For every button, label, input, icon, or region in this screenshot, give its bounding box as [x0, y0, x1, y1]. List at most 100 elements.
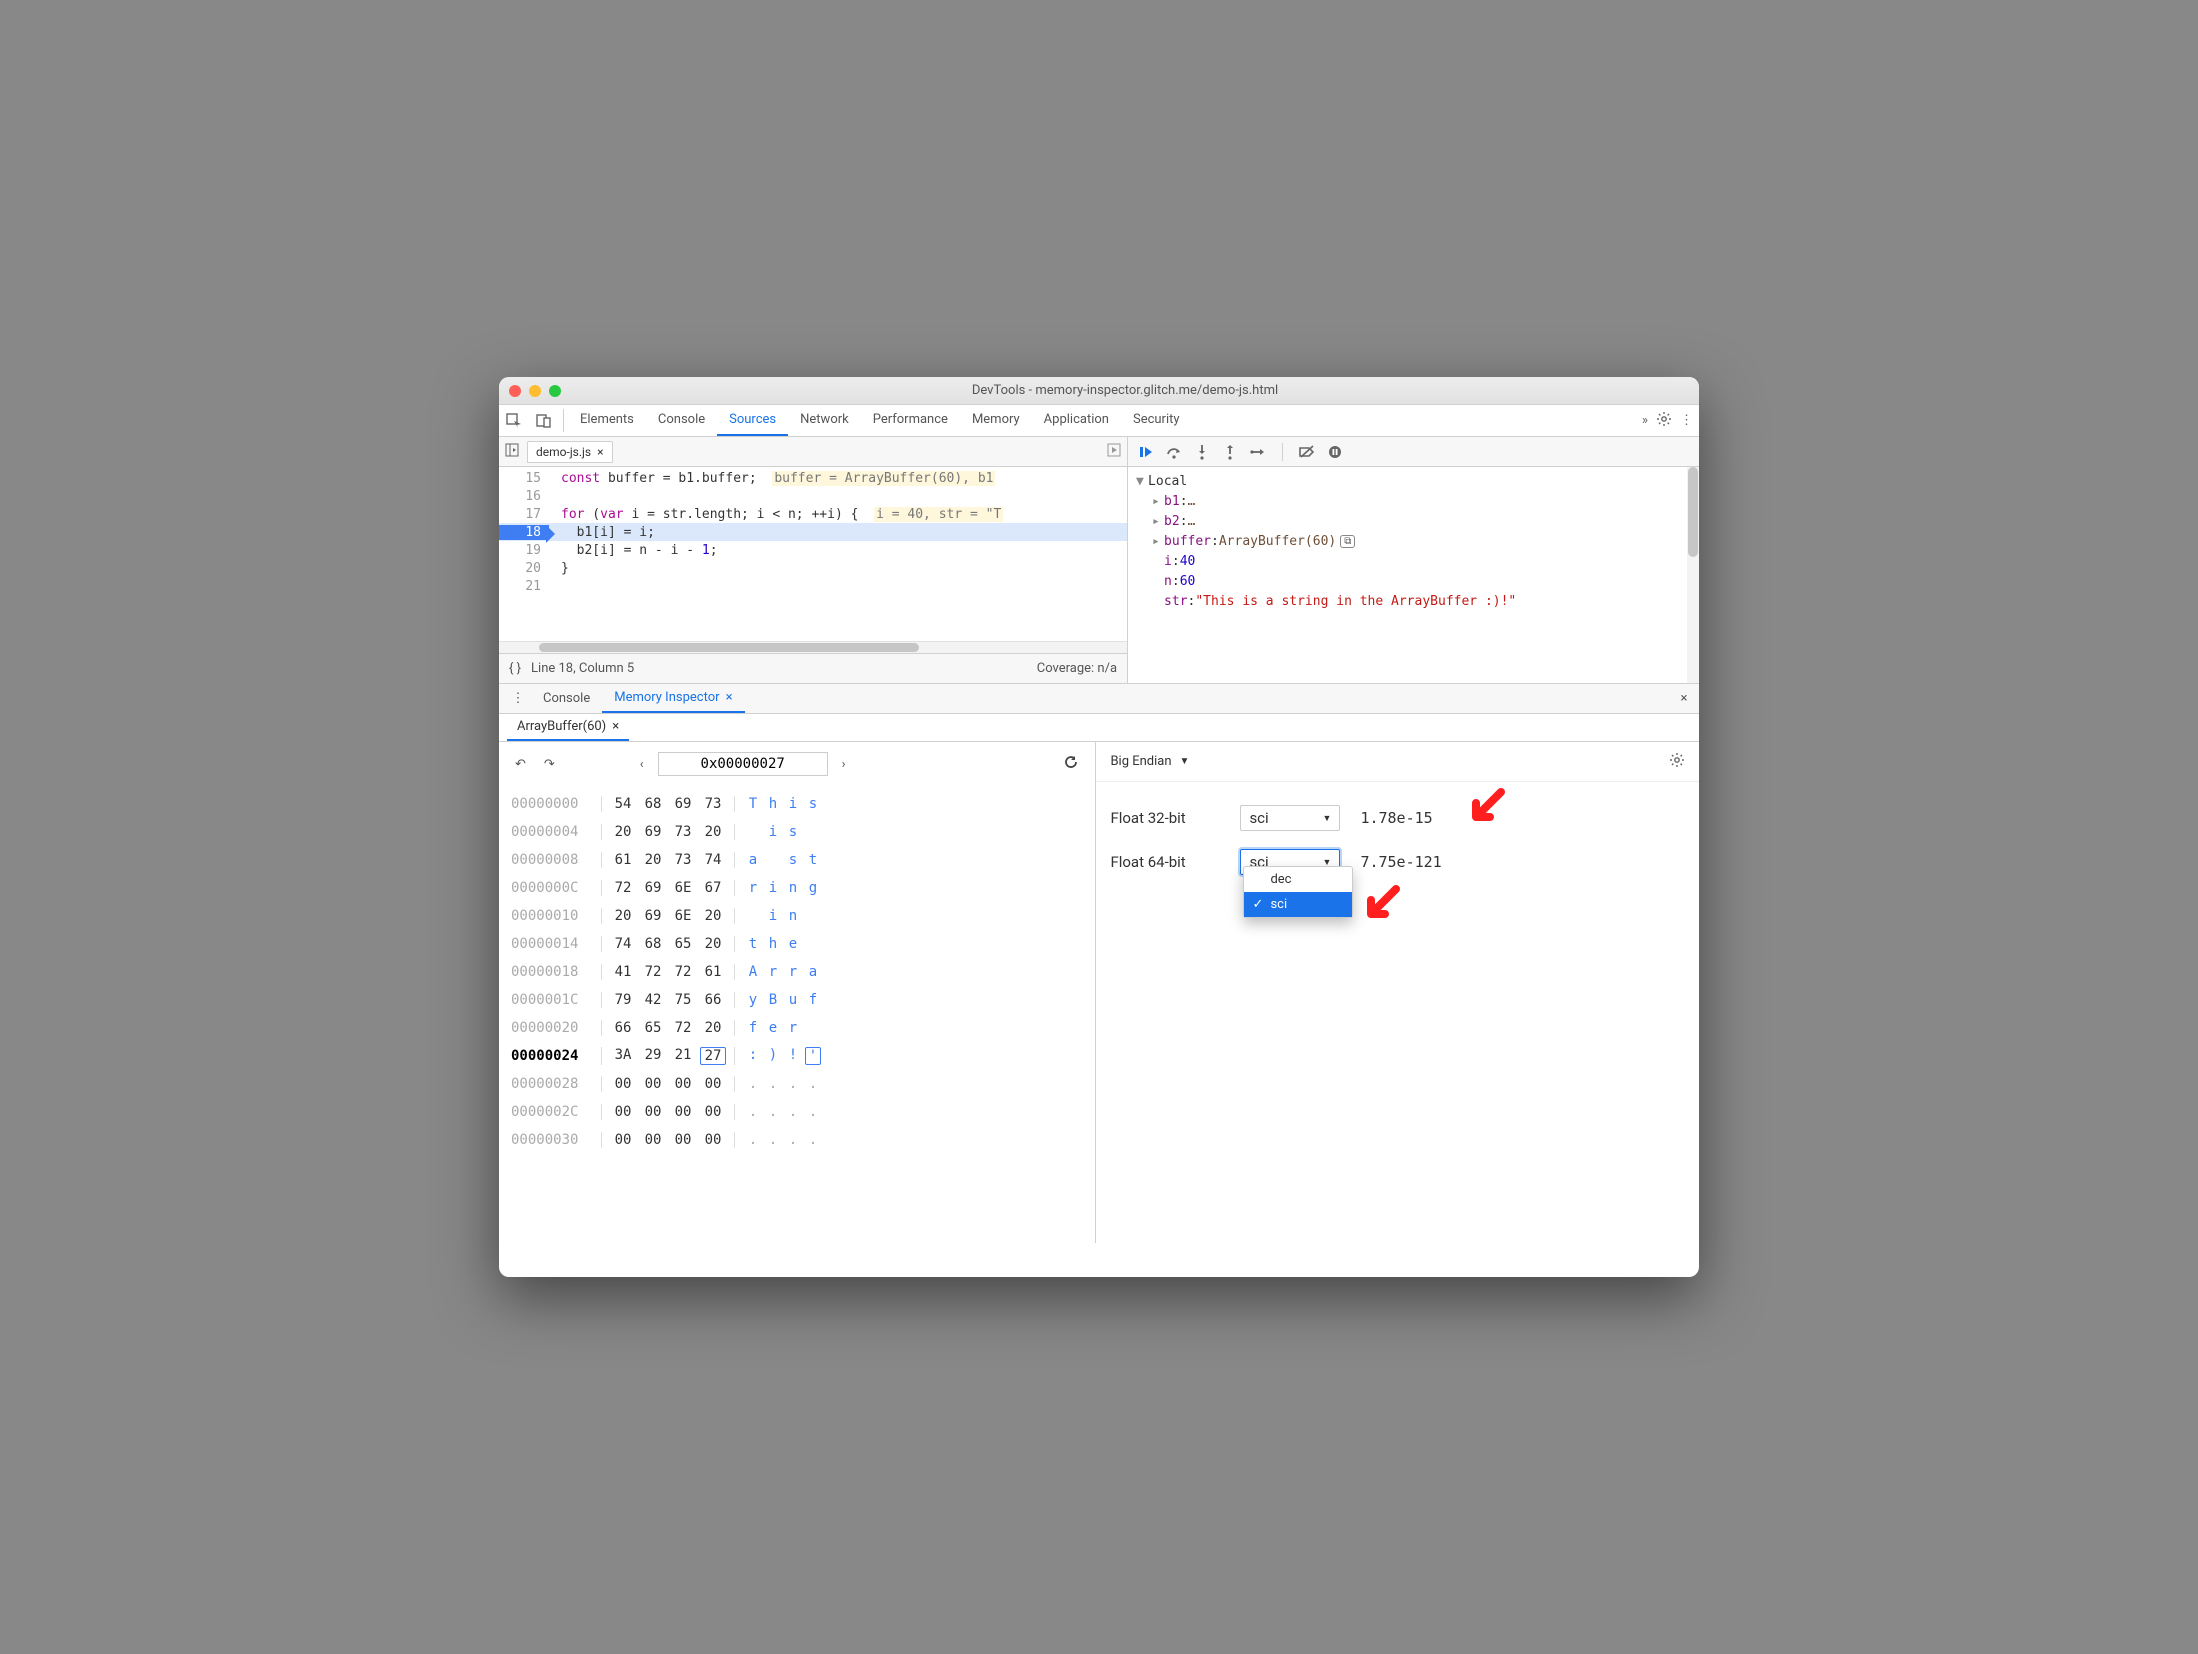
- panel-tab-network[interactable]: Network: [788, 405, 861, 436]
- memory-nav: ↶ ↷ ‹ ›: [511, 752, 1083, 776]
- close-tab-icon[interactable]: ×: [597, 445, 603, 459]
- close-icon[interactable]: ×: [612, 719, 619, 734]
- hex-row[interactable]: 0000000861207374a st: [511, 846, 1083, 874]
- panel-tab-elements[interactable]: Elements: [568, 405, 646, 436]
- address-input[interactable]: [658, 752, 828, 776]
- panel-tab-console[interactable]: Console: [646, 405, 717, 436]
- prev-page-icon[interactable]: ‹: [636, 755, 648, 774]
- scope-row[interactable]: ▸b1: …: [1128, 491, 1699, 511]
- minimize-window-button[interactable]: [529, 385, 541, 397]
- pretty-print-icon[interactable]: { }: [509, 661, 521, 676]
- code-line[interactable]: 16: [499, 487, 1127, 505]
- hex-grid[interactable]: 0000000054686973This0000000420697320 is …: [511, 790, 1083, 1154]
- hex-row[interactable]: 0000000C72696E67ring: [511, 874, 1083, 902]
- settings-gear-icon[interactable]: [1669, 752, 1685, 772]
- redo-icon[interactable]: ↷: [540, 755, 559, 774]
- scope-title: Local: [1148, 474, 1187, 489]
- scope-panel[interactable]: ▼Local ▸b1: …▸b2: …▸buffer: ArrayBuffer(…: [1128, 467, 1699, 683]
- file-name: demo-js.js: [536, 445, 591, 459]
- memory-hex-panel: ↶ ↷ ‹ › 0000000054686973This000000042069…: [499, 742, 1096, 1243]
- scope-row[interactable]: ▸b2: …: [1128, 511, 1699, 531]
- code-line[interactable]: 20}: [499, 559, 1127, 577]
- panel-tab-memory[interactable]: Memory: [960, 405, 1032, 436]
- next-page-icon[interactable]: ›: [838, 755, 850, 774]
- panel-tab-sources[interactable]: Sources: [717, 405, 788, 436]
- float64-label: Float 64-bit: [1110, 853, 1220, 871]
- drawer-tabs: ⋮ Console Memory Inspector× ×: [499, 684, 1699, 714]
- source-file-tabs: demo-js.js ×: [499, 437, 1127, 467]
- chevron-down-icon: ▼: [1180, 756, 1190, 767]
- hex-row[interactable]: 0000001474686520the: [511, 930, 1083, 958]
- zoom-window-button[interactable]: [549, 385, 561, 397]
- chevron-down-icon: ▼: [1323, 813, 1332, 824]
- undo-icon[interactable]: ↶: [511, 755, 530, 774]
- dropdown-option[interactable]: dec: [1244, 867, 1352, 892]
- code-line[interactable]: 18 b1[i] = i;: [499, 523, 1127, 541]
- hex-row[interactable]: 0000002800000000....: [511, 1070, 1083, 1098]
- scope-row[interactable]: i: 40: [1128, 551, 1699, 571]
- kebab-menu-icon[interactable]: ⋮: [1680, 413, 1693, 428]
- close-window-button[interactable]: [509, 385, 521, 397]
- file-tab[interactable]: demo-js.js ×: [527, 441, 613, 463]
- settings-gear-icon[interactable]: [1656, 411, 1672, 431]
- code-line[interactable]: 15const buffer = b1.buffer; buffer = Arr…: [499, 469, 1127, 487]
- hex-row[interactable]: 0000001020696E20 in: [511, 902, 1083, 930]
- deactivate-breakpoints-icon[interactable]: [1299, 444, 1315, 460]
- overflow-tabs-icon[interactable]: »: [1642, 413, 1648, 428]
- debugger-toolbar: [1128, 437, 1699, 467]
- panel-tab-security[interactable]: Security: [1121, 405, 1192, 436]
- dropdown-option[interactable]: sci: [1244, 892, 1352, 917]
- float32-label: Float 32-bit: [1110, 809, 1220, 827]
- hex-row[interactable]: 0000003000000000....: [511, 1126, 1083, 1154]
- float64-value: 7.75e-121: [1360, 853, 1441, 871]
- hex-row[interactable]: 0000002C00000000....: [511, 1098, 1083, 1126]
- main-toolbar: ElementsConsoleSourcesNetworkPerformance…: [499, 405, 1699, 437]
- refresh-icon[interactable]: [1059, 752, 1083, 776]
- code-line[interactable]: 19 b2[i] = n - i - 1;: [499, 541, 1127, 559]
- resume-icon[interactable]: [1138, 444, 1154, 460]
- device-toggle-icon[interactable]: [529, 405, 559, 436]
- drawer-tab-memory-inspector[interactable]: Memory Inspector×: [602, 684, 744, 713]
- hex-row[interactable]: 0000000054686973This: [511, 790, 1083, 818]
- float32-mode-select[interactable]: sci▼: [1240, 805, 1340, 831]
- step-into-icon[interactable]: [1194, 444, 1210, 460]
- hex-row[interactable]: 0000001841727261Arra: [511, 958, 1083, 986]
- hex-row[interactable]: 0000001C79427566yBuf: [511, 986, 1083, 1014]
- code-editor[interactable]: 15const buffer = b1.buffer; buffer = Arr…: [499, 467, 1127, 641]
- code-line[interactable]: 21: [499, 577, 1127, 595]
- panel-tab-application[interactable]: Application: [1032, 405, 1121, 436]
- hex-row[interactable]: 0000000420697320 is: [511, 818, 1083, 846]
- code-line[interactable]: 17for (var i = str.length; i < n; ++i) {…: [499, 505, 1127, 523]
- step-out-icon[interactable]: [1222, 444, 1238, 460]
- step-icon[interactable]: [1250, 444, 1266, 460]
- endian-selector[interactable]: Big Endian▼: [1110, 754, 1189, 769]
- window-title: DevTools - memory-inspector.glitch.me/de…: [561, 383, 1689, 398]
- close-icon[interactable]: ×: [726, 690, 733, 705]
- panel-tabs: ElementsConsoleSourcesNetworkPerformance…: [568, 405, 1642, 436]
- drawer: ⋮ Console Memory Inspector× × ArrayBuffe…: [499, 683, 1699, 1243]
- horizontal-scrollbar[interactable]: [499, 641, 1127, 653]
- annotation-arrow-icon: [1361, 884, 1401, 924]
- scope-row[interactable]: n: 60: [1128, 571, 1699, 591]
- panel-tab-performance[interactable]: Performance: [861, 405, 960, 436]
- vertical-scrollbar[interactable]: [1687, 467, 1699, 683]
- inspect-element-icon[interactable]: [499, 405, 529, 436]
- float32-row: Float 32-bit sci▼ 1.78e-15: [1110, 796, 1685, 840]
- run-snippet-icon[interactable]: [1107, 443, 1121, 461]
- buffer-tab[interactable]: ArrayBuffer(60)×: [507, 714, 629, 741]
- hex-row[interactable]: 0000002066657220fer: [511, 1014, 1083, 1042]
- drawer-tab-console[interactable]: Console: [531, 684, 602, 713]
- mode-dropdown[interactable]: decsci: [1243, 866, 1353, 918]
- drawer-menu-icon[interactable]: ⋮: [505, 684, 531, 713]
- step-over-icon[interactable]: [1166, 444, 1182, 460]
- pause-exceptions-icon[interactable]: [1327, 444, 1343, 460]
- devtools-window: DevTools - memory-inspector.glitch.me/de…: [499, 377, 1699, 1277]
- scope-row[interactable]: ▸buffer: ArrayBuffer(60)⧉: [1128, 531, 1699, 551]
- drawer-close-icon[interactable]: ×: [1669, 684, 1699, 713]
- reveal-memory-icon[interactable]: ⧉: [1340, 535, 1355, 548]
- hex-row[interactable]: 000000243A292127:)!': [511, 1042, 1083, 1070]
- buffer-tabs: ArrayBuffer(60)×: [499, 714, 1699, 742]
- navigator-toggle-icon[interactable]: [505, 443, 519, 461]
- editor-statusbar: { } Line 18, Column 5 Coverage: n/a: [499, 653, 1127, 683]
- scope-row[interactable]: str: "This is a string in the ArrayBuffe…: [1128, 591, 1699, 611]
